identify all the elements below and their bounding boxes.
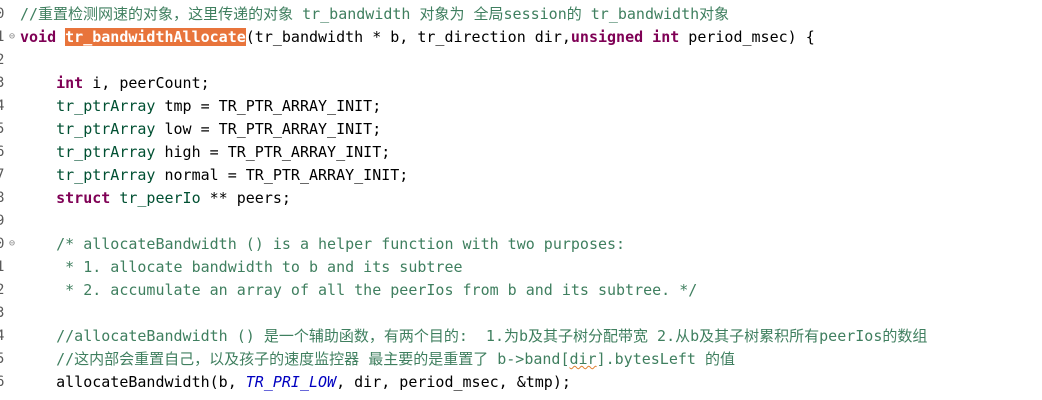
code-text[interactable]: tr_ptrArray low = TR_PTR_ARRAY_INIT; bbox=[20, 118, 381, 141]
code-line[interactable]: 1 ⊖ void tr_bandwidthAllocate(tr_bandwidth… bbox=[0, 26, 1042, 49]
code-line[interactable]: 4 tr_ptrArray tmp = TR_PTR_ARRAY_INIT; bbox=[0, 95, 1042, 118]
code-token: ** peers; bbox=[200, 189, 291, 207]
code-line[interactable]: 6 allocateBandwidth(b, TR_PRI_LOW, dir, … bbox=[0, 371, 1042, 394]
code-text[interactable]: //这内部会重置自己，以及孩子的速度监控器 最主要的是重置了 b->band[d… bbox=[20, 348, 735, 371]
code-text[interactable]: tr_ptrArray high = TR_PTR_ARRAY_INIT; bbox=[20, 141, 390, 164]
line-number: 4 bbox=[0, 328, 5, 344]
code-text[interactable]: allocateBandwidth(b, TR_PRI_LOW, dir, pe… bbox=[20, 371, 571, 394]
code-line[interactable]: 5 //这内部会重置自己，以及孩子的速度监控器 最主要的是重置了 b->band… bbox=[0, 348, 1042, 371]
code-text[interactable]: int i, peerCount; bbox=[20, 72, 210, 95]
line-number: 4 bbox=[0, 98, 5, 114]
code-token: , dir, period_msec, &tmp); bbox=[336, 373, 571, 391]
line-number: 6 bbox=[0, 374, 5, 390]
code-line[interactable]: 9 bbox=[0, 210, 1042, 233]
code-text[interactable]: tr_ptrArray normal = TR_PTR_ARRAY_INIT; bbox=[20, 164, 408, 187]
line-number: 5 bbox=[0, 121, 5, 137]
code-token: i, peerCount; bbox=[83, 74, 210, 92]
line-number: 2 bbox=[0, 282, 5, 298]
code-token: tr_ptrArray bbox=[56, 97, 156, 115]
code-token: dir bbox=[569, 350, 597, 368]
code-line[interactable]: 7 tr_ptrArray normal = TR_PTR_ARRAY_INIT… bbox=[0, 164, 1042, 187]
code-text[interactable]: //重置检测网速的对象，这里传递的对象 tr_bandwidth 对象为 全局s… bbox=[20, 3, 729, 26]
code-text[interactable]: struct tr_peerIo ** peers; bbox=[20, 187, 291, 210]
code-token: //重置检测网速的对象，这里传递的对象 tr_bandwidth 对象为 全局s… bbox=[20, 5, 730, 23]
line-number: 0 bbox=[0, 6, 5, 22]
code-token: normal = TR_PTR_ARRAY_INIT; bbox=[155, 166, 409, 184]
code-token: low = TR_PTR_ARRAY_INIT; bbox=[155, 120, 382, 138]
code-token: allocateBandwidth(b, bbox=[20, 373, 246, 391]
code-text[interactable]: * 2. accumulate an array of all the peer… bbox=[20, 279, 697, 302]
code-line[interactable]: 3 bbox=[0, 302, 1042, 325]
line-number: 9 bbox=[0, 213, 5, 229]
code-token: * 2. accumulate an array of all the peer… bbox=[20, 281, 698, 299]
code-token: tr_peerIo bbox=[119, 189, 201, 207]
code-token: int bbox=[652, 28, 680, 46]
code-token: /* allocateBandwidth () is a helper func… bbox=[20, 235, 626, 253]
code-token: tr_ptrArray bbox=[56, 120, 156, 138]
line-number: 8 bbox=[0, 190, 5, 206]
code-line[interactable]: 6 tr_ptrArray high = TR_PTR_ARRAY_INIT; bbox=[0, 141, 1042, 164]
code-line[interactable]: 5 tr_ptrArray low = TR_PTR_ARRAY_INIT; bbox=[0, 118, 1042, 141]
line-number: 6 bbox=[0, 144, 5, 160]
code-token: void bbox=[20, 28, 57, 46]
fold-toggle-icon[interactable]: ⊖ bbox=[9, 26, 19, 47]
code-text[interactable]: tr_ptrArray tmp = TR_PTR_ARRAY_INIT; bbox=[20, 95, 381, 118]
code-line[interactable]: 3 int i, peerCount; bbox=[0, 72, 1042, 95]
code-line[interactable]: 0 ⊖ /* allocateBandwidth () is a helper f… bbox=[0, 233, 1042, 256]
line-number: 2 bbox=[0, 52, 5, 68]
code-text[interactable]: /* allocateBandwidth () is a helper func… bbox=[20, 233, 625, 256]
line-number: 3 bbox=[0, 305, 5, 321]
code-token: tr_ptrArray bbox=[56, 166, 156, 184]
code-token: int bbox=[56, 74, 84, 92]
code-line[interactable]: 0 //重置检测网速的对象，这里传递的对象 tr_bandwidth 对象为 全局… bbox=[0, 3, 1042, 26]
code-token: TR_PRI_LOW bbox=[245, 373, 337, 391]
code-token: //这内部会重置自己，以及孩子的速度监控器 最主要的是重置了 b->band[ bbox=[20, 350, 570, 368]
code-line[interactable]: 1 * 1. allocate bandwidth to b and its s… bbox=[0, 256, 1042, 279]
code-line[interactable]: 8 struct tr_peerIo ** peers; bbox=[0, 187, 1042, 210]
code-token: struct bbox=[56, 189, 111, 207]
code-line[interactable]: 2 bbox=[0, 49, 1042, 72]
code-text[interactable]: * 1. allocate bandwidth to b and its sub… bbox=[20, 256, 463, 279]
code-token: period_msec) { bbox=[679, 28, 815, 46]
code-token: unsigned bbox=[570, 28, 644, 46]
code-token: ].bytesLeft 的值 bbox=[596, 350, 735, 368]
line-number: 1 bbox=[0, 259, 5, 275]
code-token: high = TR_PTR_ARRAY_INIT; bbox=[155, 143, 391, 161]
code-editor[interactable]: 0 //重置检测网速的对象，这里传递的对象 tr_bandwidth 对象为 全局… bbox=[0, 0, 1042, 400]
fold-toggle-icon[interactable]: ⊖ bbox=[9, 233, 19, 254]
line-number: 7 bbox=[0, 167, 5, 183]
code-token: tr_ptrArray bbox=[56, 143, 156, 161]
highlighted-identifier: tr_bandwidthAllocate bbox=[65, 28, 246, 46]
code-text[interactable]: //allocateBandwidth () 是一个辅助函数，有两个目的: 1.… bbox=[20, 325, 927, 348]
code-token: tmp = TR_PTR_ARRAY_INIT; bbox=[155, 97, 382, 115]
code-token: * 1. allocate bandwidth to b and its sub… bbox=[20, 258, 463, 276]
code-text[interactable]: void tr_bandwidthAllocate(tr_bandwidth *… bbox=[20, 26, 815, 49]
line-number: 3 bbox=[0, 75, 5, 91]
code-token: (tr_bandwidth * b, tr_direction dir, bbox=[245, 28, 571, 46]
code-line[interactable]: 4 //allocateBandwidth () 是一个辅助函数，有两个目的: … bbox=[0, 325, 1042, 348]
code-line[interactable]: 2 * 2. accumulate an array of all the pe… bbox=[0, 279, 1042, 302]
code-token: //allocateBandwidth () 是一个辅助函数，有两个目的: 1.… bbox=[20, 327, 928, 345]
line-number: 5 bbox=[0, 351, 5, 367]
